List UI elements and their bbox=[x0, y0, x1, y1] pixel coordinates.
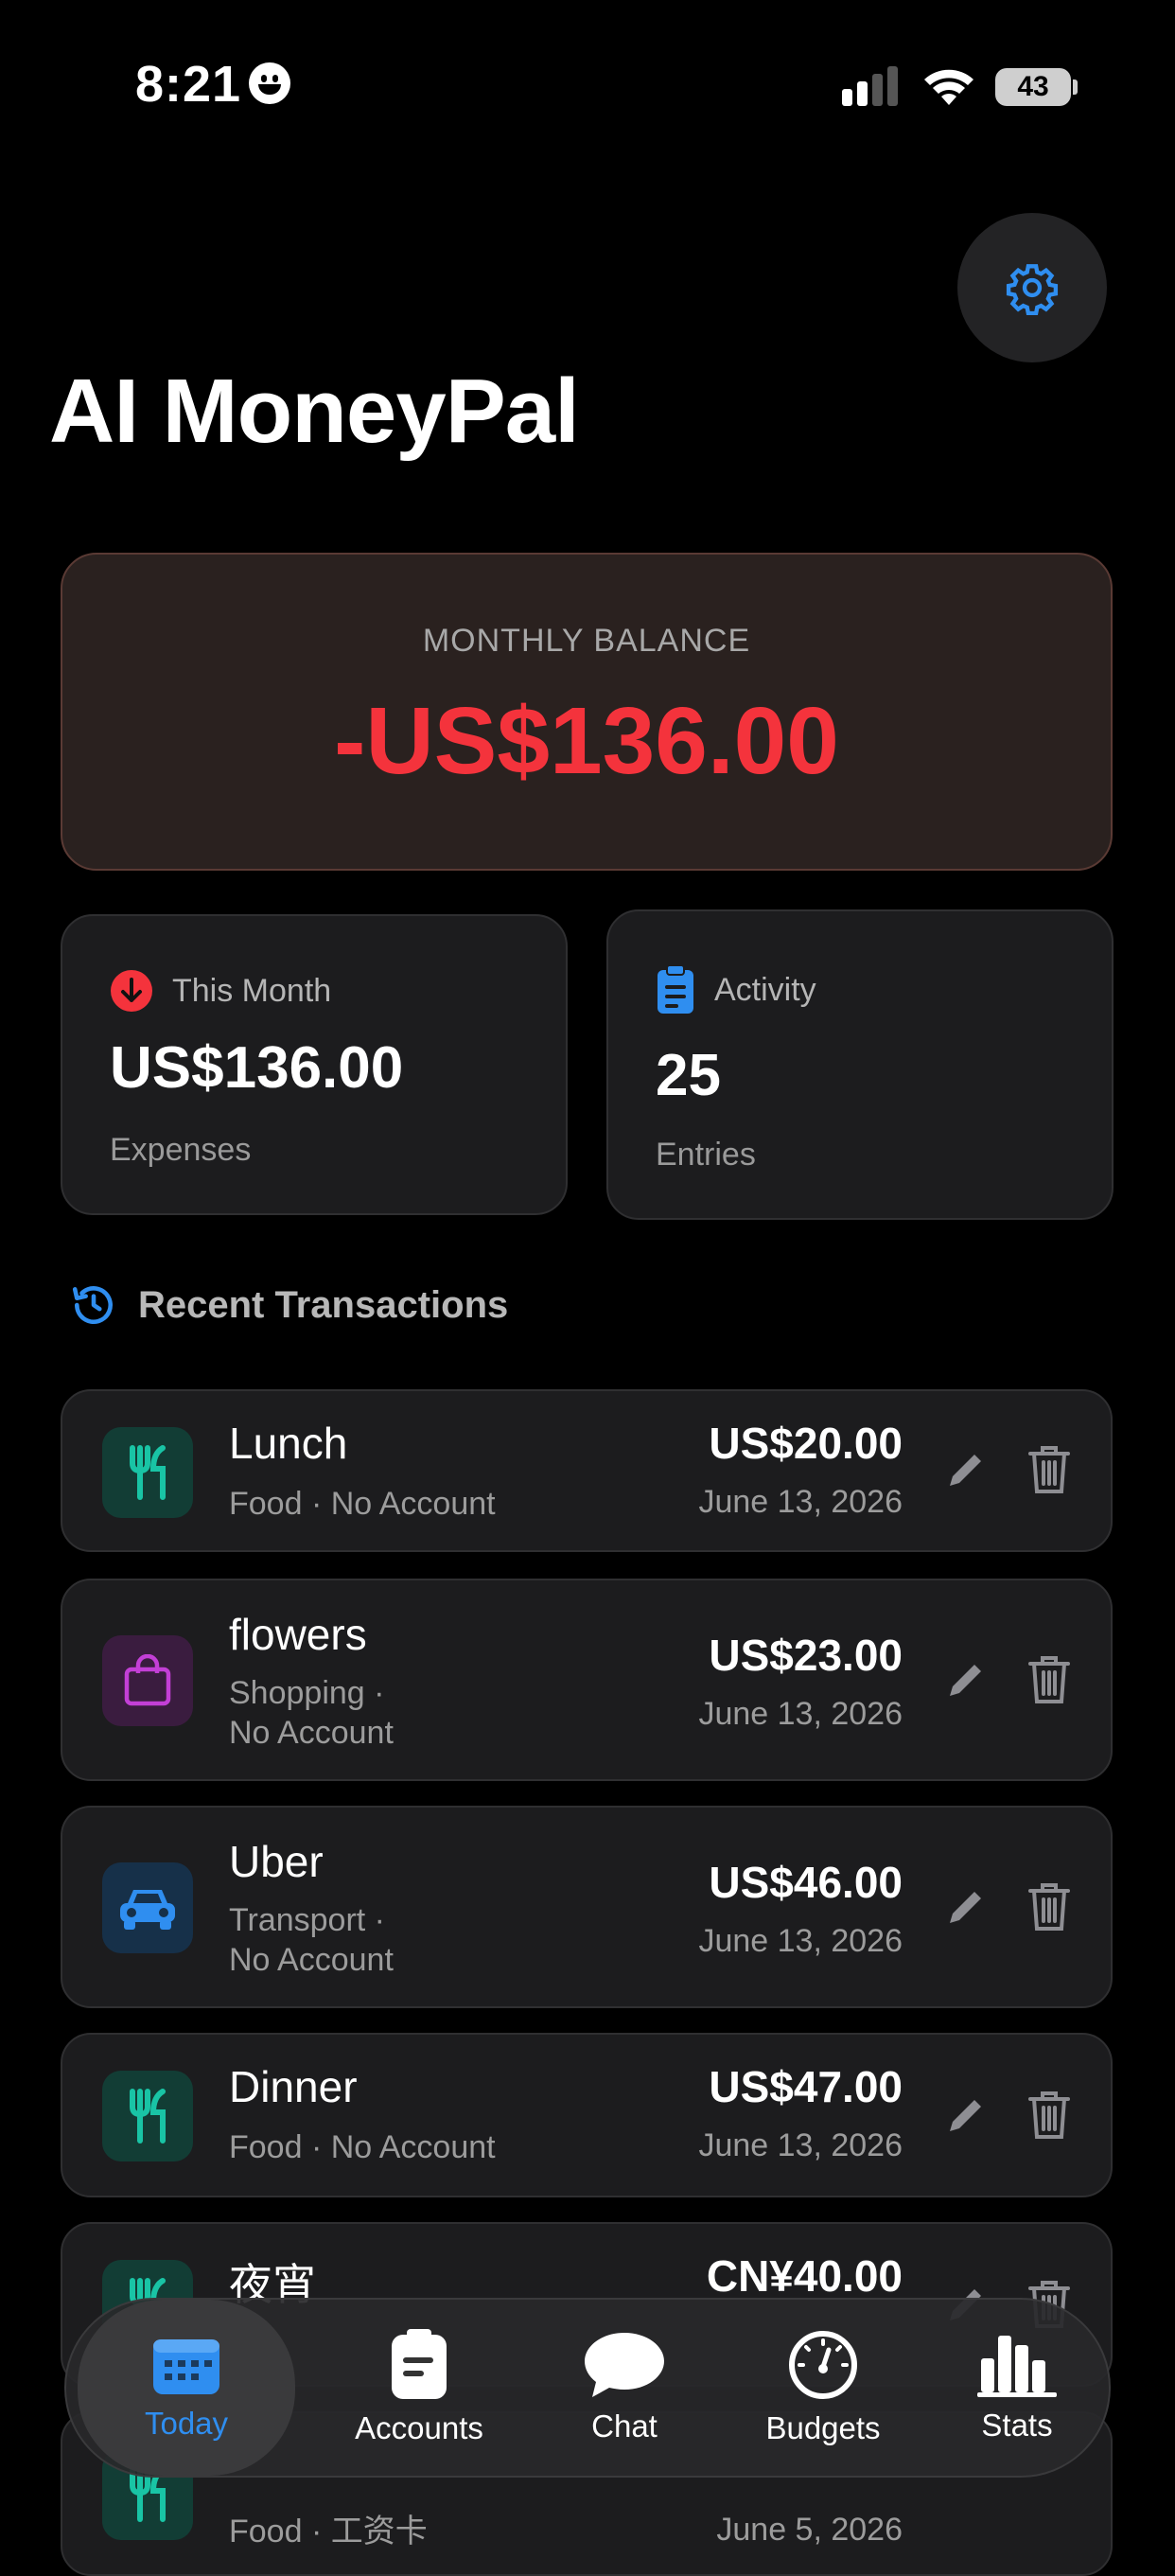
tab-label: Today bbox=[144, 2406, 229, 2441]
transaction-meta: Food · 工资卡 bbox=[229, 2514, 428, 2550]
transaction-amount: US$46.00 bbox=[709, 1858, 903, 1907]
this-month-header: This Month bbox=[110, 969, 331, 1013]
transaction-meta-line2: No Account bbox=[229, 1715, 394, 1751]
transaction-row[interactable]: Dinner Food · No Account US$47.00 June 1… bbox=[61, 2033, 1113, 2197]
trash-icon[interactable] bbox=[1027, 1654, 1071, 1705]
tab-budgets[interactable]: Budgets bbox=[728, 2300, 918, 2476]
tab-label: Chat bbox=[591, 2408, 658, 2444]
history-icon bbox=[72, 1286, 113, 1325]
transaction-amount: US$20.00 bbox=[709, 1419, 903, 1468]
transaction-meta-line2: No Account bbox=[229, 1942, 394, 1978]
document-icon bbox=[392, 2329, 447, 2399]
pencil-icon[interactable] bbox=[942, 1658, 988, 1703]
transaction-name: Lunch bbox=[229, 1419, 348, 1468]
transaction-meta: Shopping · bbox=[229, 1675, 385, 1711]
transaction-date: June 13, 2026 bbox=[698, 1923, 903, 1959]
shopping-bag-icon bbox=[102, 1635, 193, 1726]
tab-label: Stats bbox=[981, 2408, 1053, 2443]
transaction-meta: Transport · bbox=[229, 1902, 386, 1938]
battery-tip bbox=[1073, 79, 1078, 95]
settings-button[interactable] bbox=[957, 213, 1107, 362]
chat-bubble-icon bbox=[585, 2333, 664, 2397]
transaction-amount: CN¥40.00 bbox=[706, 2251, 903, 2301]
tab-today[interactable]: Today bbox=[78, 2300, 295, 2476]
activity-sub: Entries bbox=[656, 1137, 756, 1173]
clipboard-icon bbox=[658, 964, 693, 1014]
fork-knife-icon bbox=[102, 1427, 193, 1518]
transaction-name: flowers bbox=[229, 1610, 367, 1659]
transaction-meta: Food · No Account bbox=[229, 1486, 496, 1522]
pencil-icon[interactable] bbox=[942, 2093, 988, 2139]
balance-value: -US$136.00 bbox=[334, 688, 839, 794]
balance-label: MONTHLY BALANCE bbox=[422, 623, 751, 659]
transaction-date: June 13, 2026 bbox=[698, 2127, 903, 2163]
smiley-icon bbox=[249, 62, 290, 104]
transaction-date: June 13, 2026 bbox=[698, 1696, 903, 1732]
status-time: 8:21 bbox=[135, 56, 242, 113]
transaction-name: Uber bbox=[229, 1837, 324, 1886]
transaction-row[interactable]: flowers Shopping · No Account US$23.00 J… bbox=[61, 1579, 1113, 1781]
this-month-value: US$136.00 bbox=[110, 1035, 404, 1101]
transaction-row[interactable]: Uber Transport · No Account US$46.00 Jun… bbox=[61, 1806, 1113, 2008]
trash-icon[interactable] bbox=[1027, 2090, 1071, 2141]
transaction-date: June 13, 2026 bbox=[698, 1484, 903, 1520]
transaction-row[interactable]: Lunch Food · No Account US$20.00 June 13… bbox=[61, 1389, 1113, 1552]
car-icon bbox=[102, 1862, 193, 1953]
tab-stats[interactable]: Stats bbox=[937, 2300, 1097, 2476]
battery-level: 43 bbox=[1017, 71, 1049, 102]
app-title: AI MoneyPal bbox=[49, 361, 580, 462]
trash-icon[interactable] bbox=[1027, 1444, 1071, 1495]
cellular-signal-icon bbox=[842, 66, 898, 106]
tab-accounts[interactable]: Accounts bbox=[320, 2300, 518, 2476]
transaction-amount: US$47.00 bbox=[709, 2062, 903, 2111]
recent-transactions-header: Recent Transactions bbox=[70, 1281, 508, 1329]
transaction-amount: US$23.00 bbox=[709, 1631, 903, 1680]
gauge-icon bbox=[789, 2331, 857, 2399]
transaction-name: Dinner bbox=[229, 2062, 358, 2111]
tab-label: Budgets bbox=[765, 2410, 881, 2445]
activity-card: Activity 25 Entries bbox=[606, 909, 1114, 1220]
bar-chart-icon bbox=[977, 2336, 1057, 2397]
activity-label: Activity bbox=[714, 971, 816, 1008]
monthly-balance-card: MONTHLY BALANCE -US$136.00 bbox=[61, 553, 1113, 871]
gear-icon bbox=[1006, 264, 1059, 315]
recent-transactions-title: Recent Transactions bbox=[138, 1283, 509, 1326]
activity-header: Activity bbox=[656, 964, 816, 1015]
tab-chat[interactable]: Chat bbox=[539, 2300, 710, 2476]
activity-value: 25 bbox=[656, 1043, 721, 1108]
tab-label: Accounts bbox=[355, 2410, 483, 2445]
trash-icon[interactable] bbox=[1027, 1881, 1071, 1932]
battery-icon: 43 bbox=[995, 68, 1071, 106]
transaction-date: June 5, 2026 bbox=[716, 2512, 903, 2548]
arrow-down-circle-icon bbox=[111, 970, 152, 1012]
this-month-sub: Expenses bbox=[110, 1132, 252, 1168]
transaction-meta: Food · No Account bbox=[229, 2129, 496, 2165]
fork-knife-icon bbox=[102, 2071, 193, 2161]
calendar-icon bbox=[153, 2339, 219, 2394]
pencil-icon[interactable] bbox=[942, 1448, 988, 1493]
pencil-icon[interactable] bbox=[942, 1885, 988, 1931]
tab-bar: Today Accounts Chat Budgets Stats bbox=[64, 2298, 1111, 2478]
this-month-card: This Month US$136.00 Expenses bbox=[61, 914, 568, 1215]
wifi-icon bbox=[924, 69, 973, 105]
this-month-label: This Month bbox=[172, 972, 332, 1009]
